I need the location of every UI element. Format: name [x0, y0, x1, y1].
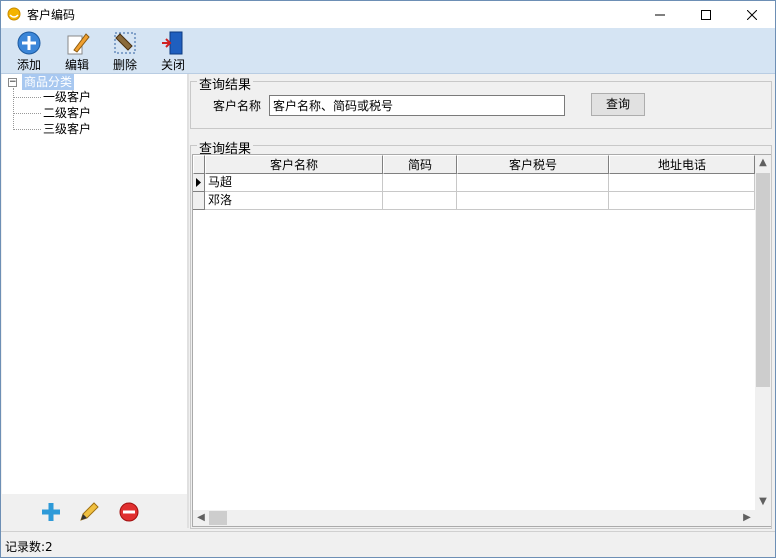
tree-guide-line	[13, 88, 14, 130]
customer-name-label: 客户名称	[213, 99, 262, 113]
horizontal-scroll-thumb[interactable]	[209, 511, 227, 525]
record-count: 记录数:2	[5, 540, 53, 554]
tree-branch-line	[13, 129, 41, 130]
tree-root-label[interactable]: 商品分类	[22, 74, 75, 90]
vertical-scrollbar[interactable]: ▲ ▼	[755, 155, 771, 510]
maximize-button[interactable]	[683, 1, 729, 28]
grid-cell[interactable]	[609, 192, 755, 210]
scroll-right-icon[interactable]: ▶	[739, 510, 755, 526]
window-title: 客户编码	[27, 8, 76, 22]
column-header[interactable]: 客户名称	[205, 155, 383, 174]
close-button[interactable]: 关闭	[151, 28, 195, 74]
minimize-icon	[655, 14, 665, 15]
pane-splitter[interactable]	[187, 74, 189, 528]
grid-cell[interactable]	[383, 192, 457, 210]
grid-cell[interactable]	[609, 174, 755, 192]
delete-button[interactable]: 删除	[103, 28, 147, 74]
query-button[interactable]: 查询	[591, 93, 645, 116]
tree-actions	[2, 494, 187, 528]
maximize-icon	[701, 9, 711, 20]
query-group-title: 查询结果	[197, 74, 254, 93]
category-tree: − 商品分类 一级客户 二级客户 三级客户	[2, 74, 187, 528]
header-indicator	[193, 155, 205, 174]
edit-button[interactable]: 编辑	[55, 28, 99, 74]
close-window-button[interactable]	[729, 1, 775, 28]
add-circle-icon	[17, 31, 41, 55]
edit-category-icon[interactable]	[78, 501, 100, 523]
add-button[interactable]: 添加	[7, 28, 51, 74]
toolbar: 添加 编辑 删除 关闭	[1, 28, 775, 74]
status-bar: 记录数:2	[1, 531, 775, 557]
title-bar: 客户编码	[1, 1, 775, 28]
column-header[interactable]: 客户税号	[457, 155, 609, 174]
close-icon	[747, 9, 757, 20]
minimize-button[interactable]	[637, 1, 683, 28]
delete-category-icon[interactable]	[118, 501, 140, 523]
scroll-up-icon[interactable]: ▲	[755, 155, 771, 171]
column-header[interactable]: 地址电话	[609, 155, 755, 174]
tree-branch-line	[13, 97, 41, 98]
query-groupbox: 查询结果 客户名称 查询	[190, 74, 772, 129]
scroll-down-icon[interactable]: ▼	[755, 494, 771, 510]
vertical-scroll-thumb[interactable]	[756, 173, 770, 387]
grid-cell[interactable]: 邓洛	[205, 192, 383, 210]
row-indicator	[193, 192, 205, 210]
delete-eraser-icon	[114, 32, 136, 54]
collapse-icon[interactable]: −	[8, 78, 17, 87]
exit-door-icon	[162, 31, 183, 55]
scroll-left-icon[interactable]: ◀	[193, 510, 209, 526]
edit-pencil-icon	[67, 33, 90, 55]
app-icon	[7, 7, 21, 21]
grid-cell[interactable]	[457, 174, 609, 192]
column-header[interactable]: 简码	[383, 155, 457, 174]
edit-label: 编辑	[64, 58, 89, 72]
grid-cell[interactable]: 马超	[205, 174, 383, 192]
current-row-indicator	[193, 174, 205, 192]
scroll-corner	[755, 510, 771, 526]
results-grid: 客户名称 简码 客户税号 地址电话 马超 邓洛 ▲ ▼ ◀ ▶	[192, 154, 771, 527]
main-window: 客户编码 添加 编辑 删除 关闭 − 商品分类 一级客户 二级客户 三级客户 查…	[0, 0, 776, 558]
grid-cell[interactable]	[383, 174, 457, 192]
row-pointer-icon	[196, 178, 201, 187]
grid-cell[interactable]	[457, 192, 609, 210]
customer-search-input[interactable]	[269, 95, 565, 116]
close-label: 关闭	[160, 58, 185, 72]
horizontal-scrollbar[interactable]: ◀ ▶	[193, 510, 755, 526]
tree-branch-line	[13, 113, 41, 114]
add-label: 添加	[16, 58, 41, 72]
tree-item-label[interactable]: 一级客户	[43, 89, 91, 105]
tree-item-label[interactable]: 三级客户	[43, 121, 91, 137]
add-category-icon[interactable]	[40, 501, 62, 523]
tree-item-label[interactable]: 二级客户	[43, 105, 91, 121]
delete-label: 删除	[112, 58, 137, 72]
